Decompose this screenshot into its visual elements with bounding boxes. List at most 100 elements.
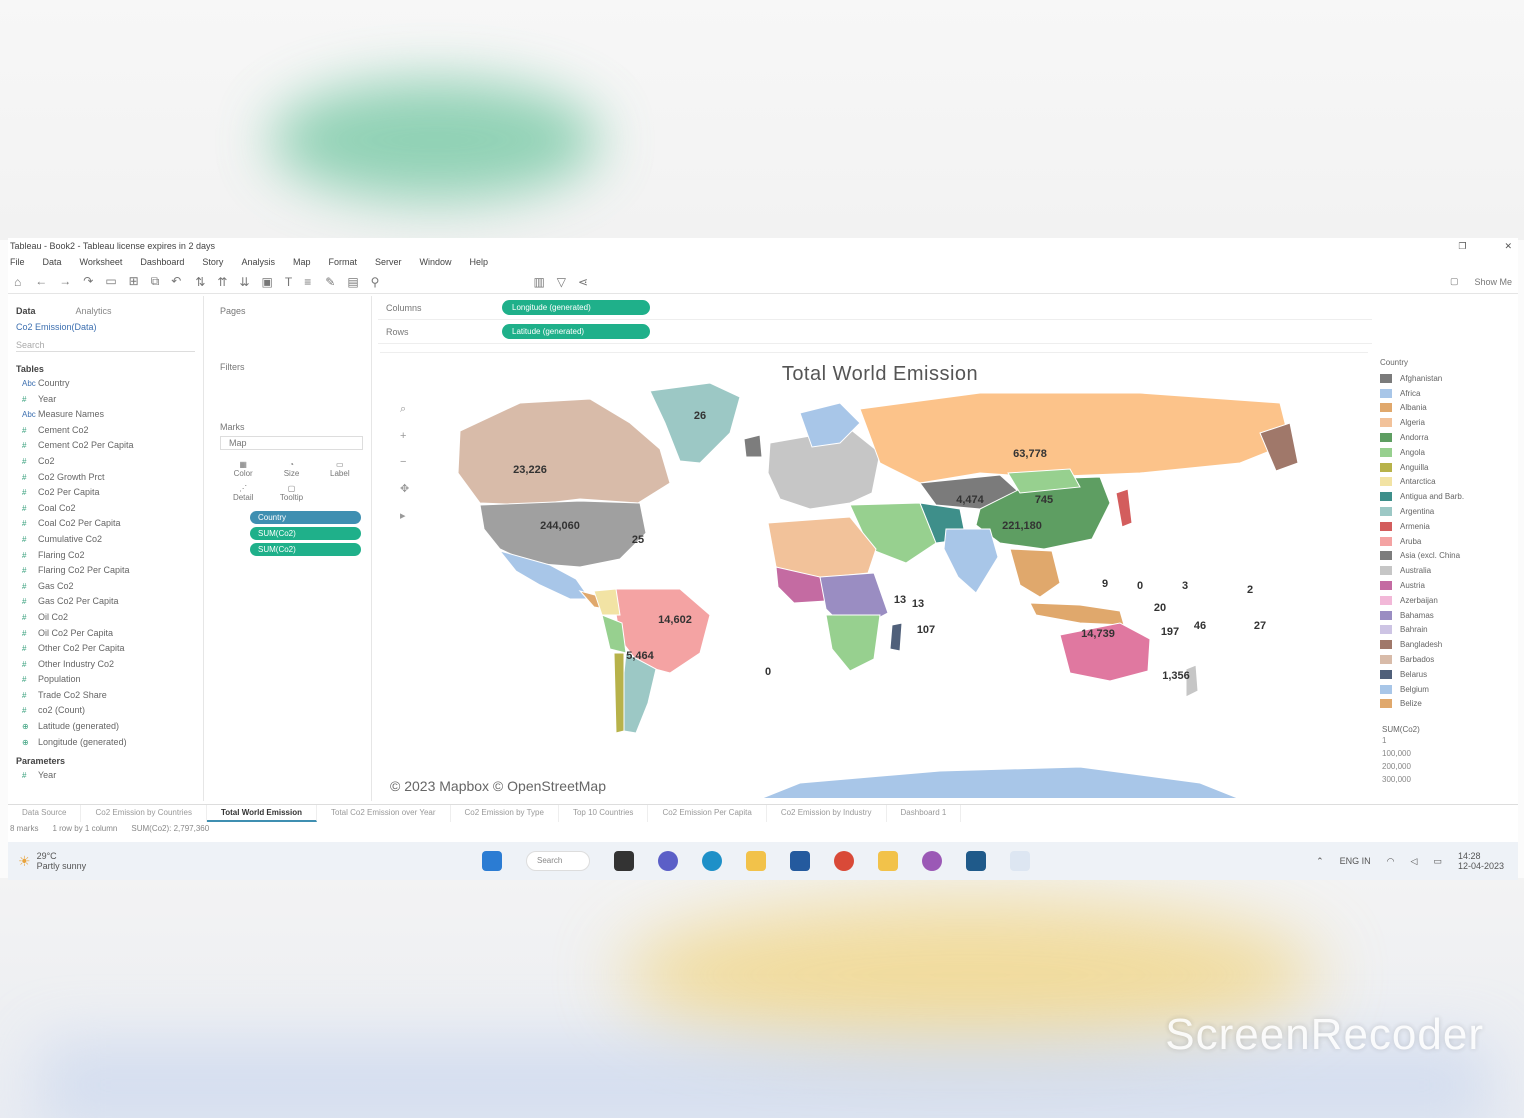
sheet-tab[interactable]: Co2 Emission by Type (451, 805, 559, 822)
chrome-icon[interactable] (834, 851, 854, 871)
forward-icon[interactable]: → (59, 274, 71, 289)
taskbar-search[interactable]: Search (526, 851, 590, 871)
sheet-tab[interactable]: Co2 Emission by Industry (767, 805, 887, 822)
columns-pill[interactable]: Longitude (generated) (502, 300, 650, 315)
filters-card[interactable]: Filters (212, 352, 371, 372)
legend-item[interactable]: Antigua and Barb. (1376, 489, 1516, 504)
zoom-out-icon[interactable]: − (400, 456, 409, 468)
save-icon[interactable]: ▭ (105, 274, 116, 289)
mark-pill-sum-co2-label[interactable]: SUM(Co2) (250, 543, 361, 556)
label-button[interactable]: ▭ Label (319, 460, 361, 478)
legend-item[interactable]: Belarus (1376, 667, 1516, 682)
field-item[interactable]: # Other Co2 Per Capita (8, 641, 203, 657)
field-item[interactable]: # Year (8, 392, 203, 408)
sort-desc-icon[interactable]: ⇊ (239, 275, 249, 289)
field-item[interactable]: # co2 (Count) (8, 703, 203, 719)
field-item[interactable]: # Gas Co2 (8, 579, 203, 595)
field-item[interactable]: # Co2 Growth Prct (8, 470, 203, 486)
field-item[interactable]: ⊕ Latitude (generated) (8, 719, 203, 735)
show-me-button[interactable]: Show Me (1474, 277, 1512, 287)
legend-item[interactable]: Aruba (1376, 534, 1516, 549)
mark-type-select[interactable]: Map (220, 436, 363, 450)
field-item[interactable]: # Trade Co2 Share (8, 688, 203, 704)
share-icon[interactable]: ⋖ (578, 275, 588, 289)
legend-item[interactable]: Bangladesh (1376, 637, 1516, 652)
menu-help[interactable]: Help (470, 257, 489, 267)
map-view[interactable]: 26 23,226 244,060 25 63,778 745 221,180 14,602 1… (380, 352, 1368, 798)
menu-server[interactable]: Server (375, 257, 402, 267)
field-item[interactable]: # Oil Co2 (8, 610, 203, 626)
mark-pill-sum-co2[interactable]: SUM(Co2) (250, 527, 361, 540)
field-item[interactable]: # Cement Co2 Per Capita (8, 438, 203, 454)
legend-item[interactable]: Austria (1376, 578, 1516, 593)
highlight-icon[interactable]: ✎ (325, 275, 335, 289)
sheet-tab[interactable]: Co2 Emission Per Capita (648, 805, 767, 822)
detail-button[interactable]: ⋰ Detail (222, 484, 264, 502)
label-icon[interactable]: T (285, 275, 292, 289)
parameter-item[interactable]: # Year (8, 768, 203, 784)
sheet-tab[interactable]: Dashboard 1 (887, 805, 962, 822)
redo-icon[interactable]: ↷ (83, 274, 93, 289)
new-worksheet-icon[interactable]: ⧉ (151, 274, 160, 289)
legend-item[interactable]: Asia (excl. China (1376, 549, 1516, 564)
size-button[interactable]: ◔ Size (270, 460, 312, 478)
field-item[interactable]: # Population (8, 672, 203, 688)
back-icon[interactable]: ← (35, 274, 47, 289)
world-map[interactable]: 26 23,226 244,060 25 63,778 745 221,180 14,602 1… (380, 353, 1368, 798)
tooltip-icon[interactable]: ▽ (557, 275, 566, 289)
menu-analysis[interactable]: Analysis (241, 257, 275, 267)
tab-analytics[interactable]: Analytics (76, 306, 112, 316)
datasource-name[interactable]: Co2 Emission(Data) (8, 320, 203, 334)
legend-item[interactable]: Argentina (1376, 504, 1516, 519)
select-icon[interactable]: ▸ (400, 509, 409, 522)
legend-item[interactable]: Bahrain (1376, 623, 1516, 638)
clock-time[interactable]: 14:28 (1458, 851, 1504, 861)
edge-icon[interactable] (702, 851, 722, 871)
zoom-in-icon[interactable]: + (400, 430, 409, 442)
field-item[interactable]: Abc Measure Names (8, 407, 203, 423)
menu-window[interactable]: Window (420, 257, 452, 267)
volume-icon[interactable]: ◁ (1411, 856, 1418, 867)
close-icon[interactable]: ✕ (1504, 241, 1512, 252)
legend-item[interactable]: Barbados (1376, 652, 1516, 667)
file-explorer-icon[interactable] (878, 851, 898, 871)
weather-widget[interactable]: ☀ 29°C Partly sunny (8, 851, 86, 871)
menu-worksheet[interactable]: Worksheet (80, 257, 123, 267)
sheet-tab[interactable]: Co2 Emission by Countries (81, 805, 207, 822)
pan-icon[interactable]: ✥ (400, 482, 409, 495)
fit-icon[interactable]: ▤ (347, 275, 358, 289)
menu-dashboard[interactable]: Dashboard (140, 257, 184, 267)
field-item[interactable]: # Flaring Co2 Per Capita (8, 563, 203, 579)
language-indicator[interactable]: ENG IN (1340, 856, 1371, 866)
rows-shelf[interactable]: Rows Latitude (generated) (378, 320, 1372, 344)
restore-icon[interactable]: ❐ (1458, 241, 1466, 252)
battery-icon[interactable]: ▭ (1433, 856, 1442, 867)
paint-icon[interactable] (922, 851, 942, 871)
search-icon[interactable]: ⌕ (400, 403, 409, 416)
field-item[interactable]: # Co2 Per Capita (8, 485, 203, 501)
field-item[interactable]: # Cement Co2 (8, 423, 203, 439)
mark-pill-country[interactable]: Country (250, 511, 361, 524)
field-item[interactable]: # Coal Co2 (8, 501, 203, 517)
legend-item[interactable]: Azerbaijan (1376, 593, 1516, 608)
fix-axes-icon[interactable]: ≡ (304, 275, 311, 289)
menu-map[interactable]: Map (293, 257, 311, 267)
rows-pill[interactable]: Latitude (generated) (502, 324, 650, 339)
pages-card[interactable]: Pages (212, 296, 371, 316)
chat-icon[interactable] (658, 851, 678, 871)
tooltip-button[interactable]: ▢ Tooltip (270, 484, 312, 502)
undo-icon[interactable]: ↶ (171, 274, 181, 289)
field-item[interactable]: # Co2 (8, 454, 203, 470)
legend-item[interactable]: Afghanistan (1376, 371, 1516, 386)
field-item[interactable]: # Flaring Co2 (8, 548, 203, 564)
pin-icon[interactable]: ⚲ (371, 275, 380, 289)
start-icon[interactable] (482, 851, 502, 871)
sheet-tab[interactable]: Total Co2 Emission over Year (317, 805, 451, 822)
legend-item[interactable]: Africa (1376, 386, 1516, 401)
sort-asc-icon[interactable]: ⇈ (217, 275, 227, 289)
legend-item[interactable]: Armenia (1376, 519, 1516, 534)
field-item[interactable]: ⊕ Longitude (generated) (8, 735, 203, 751)
legend-item[interactable]: Anguilla (1376, 460, 1516, 475)
legend-item[interactable]: Bahamas (1376, 608, 1516, 623)
legend-item[interactable]: Belgium (1376, 682, 1516, 697)
